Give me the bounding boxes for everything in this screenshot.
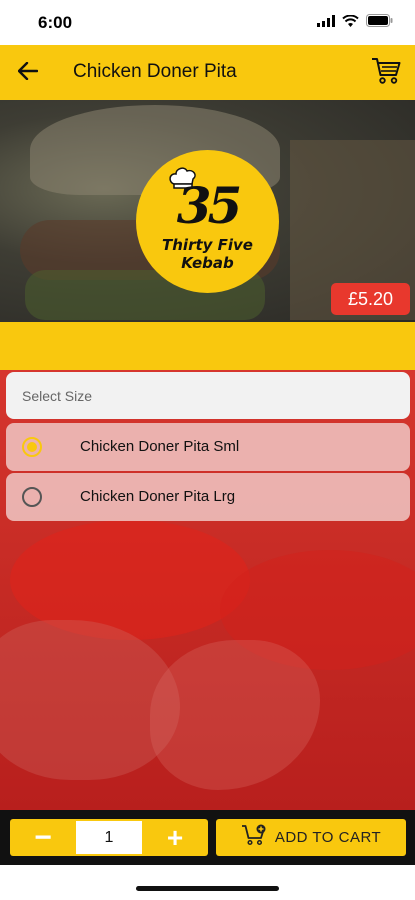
back-arrow-icon	[17, 61, 39, 85]
battery-icon	[366, 14, 393, 32]
increase-quantity-button[interactable]: +	[142, 819, 208, 856]
price-badge: £5.20	[331, 283, 410, 315]
bg-lettuce-shape-2	[150, 640, 320, 790]
cart-icon	[371, 58, 401, 89]
signal-icon	[317, 14, 335, 32]
quantity-stepper: − 1 +	[10, 819, 208, 856]
app-header: Chicken Doner Pita	[0, 45, 415, 100]
size-option-small[interactable]: Chicken Doner Pita Sml	[6, 423, 410, 471]
radio-button[interactable]	[22, 487, 42, 507]
add-to-cart-label: ADD TO CART	[274, 829, 382, 846]
home-indicator[interactable]	[136, 886, 279, 891]
select-size-header: Select Size	[6, 372, 410, 419]
logo-number: 35	[176, 176, 243, 235]
page-title: Chicken Doner Pita	[73, 61, 237, 82]
logo-text-line2: Kebab	[181, 254, 234, 272]
restaurant-logo: 35 Thirty Five Kebab	[136, 150, 279, 293]
quantity-value[interactable]: 1	[76, 821, 142, 854]
decrease-quantity-button[interactable]: −	[10, 819, 76, 856]
size-option-label: Chicken Doner Pita Lrg	[80, 488, 236, 505]
status-bar: 6:00	[0, 0, 415, 45]
wifi-icon	[342, 14, 359, 32]
back-button[interactable]	[14, 59, 42, 87]
size-option-label: Chicken Doner Pita Sml	[80, 438, 240, 455]
yellow-band	[0, 322, 415, 370]
add-to-cart-icon	[241, 824, 267, 851]
size-option-large[interactable]: Chicken Doner Pita Lrg	[6, 473, 410, 521]
home-indicator-area	[0, 865, 415, 900]
logo-text-line1: Thirty Five	[162, 236, 253, 254]
radio-button-selected[interactable]	[22, 437, 42, 457]
status-time: 6:00	[38, 13, 73, 32]
status-icons	[317, 14, 393, 32]
cart-button[interactable]	[371, 57, 403, 87]
select-size-label: Select Size	[22, 388, 93, 404]
add-to-cart-button[interactable]: ADD TO CART	[216, 819, 406, 856]
bottom-action-bar: − 1 + ADD TO CART	[0, 810, 415, 865]
